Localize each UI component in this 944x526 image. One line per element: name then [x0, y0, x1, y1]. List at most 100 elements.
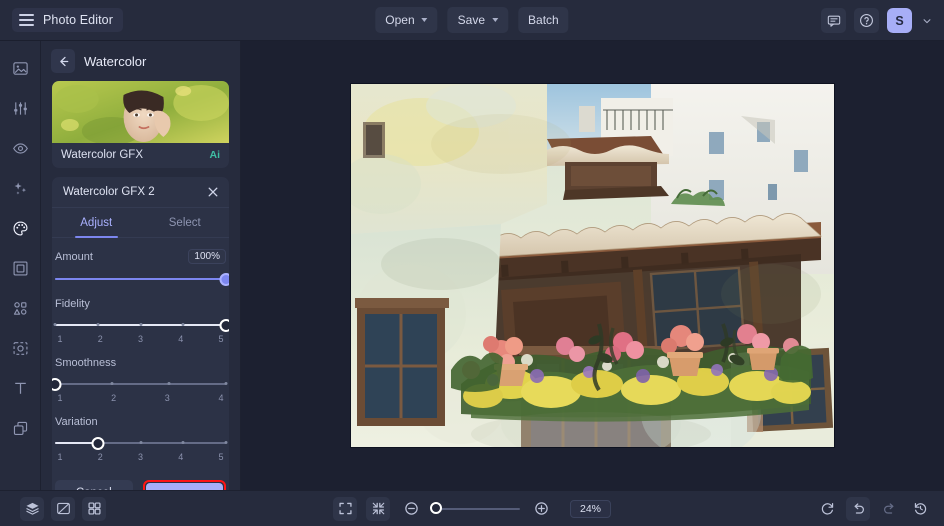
slider-variation-scale: 1 2 3 4 5 — [55, 452, 226, 462]
arrow-left-icon — [59, 56, 68, 66]
app-menu-button[interactable]: Photo Editor — [12, 8, 123, 32]
undo-button[interactable] — [846, 496, 870, 521]
slider-variation-handle[interactable] — [91, 436, 105, 450]
zoom-in-button[interactable] — [529, 497, 553, 521]
chevron-down-icon — [492, 18, 499, 22]
photo-editor-app: Photo Editor Open Save Batch S Watercolo… — [0, 0, 944, 526]
sidebar-item-text[interactable] — [6, 374, 34, 402]
sidebar-item-frames[interactable] — [6, 254, 34, 282]
zoom-controls-group: 24% — [332, 496, 612, 521]
tab-select[interactable]: Select — [141, 208, 230, 237]
panel-actions: Cancel Apply — [52, 475, 229, 490]
sidebar-item-overlays[interactable] — [6, 334, 34, 362]
zoom-level-value[interactable]: 24% — [569, 499, 612, 518]
redo-icon — [883, 503, 893, 514]
slider-fidelity-track[interactable] — [53, 318, 229, 332]
sidebar-item-layers[interactable] — [6, 414, 34, 442]
close-icon — [208, 187, 218, 197]
reset-button[interactable] — [815, 497, 839, 521]
tick-label: 5 — [218, 334, 224, 344]
undo-icon — [854, 503, 864, 514]
help-button[interactable] — [854, 8, 879, 33]
text-icon — [14, 382, 26, 394]
slider-amount: Amount 100% — [55, 249, 229, 286]
save-button[interactable]: Save — [447, 7, 509, 33]
slider-variation-header: Variation — [55, 416, 226, 428]
slider-fidelity: Fidelity 1 2 3 4 5 — [53, 298, 229, 344]
tick-label: 4 — [178, 452, 184, 462]
back-button[interactable] — [51, 49, 75, 73]
collapse-button[interactable] — [365, 496, 390, 521]
history-button[interactable] — [908, 497, 932, 521]
sidebar-item-shapes[interactable] — [6, 294, 34, 322]
canvas-area[interactable] — [241, 41, 944, 490]
top-toolbar: Photo Editor Open Save Batch S — [0, 0, 944, 41]
fit-screen-button[interactable] — [332, 496, 357, 521]
slider-fidelity-handle[interactable] — [219, 318, 229, 332]
overlay-icon — [13, 341, 27, 355]
preset-card[interactable]: Watercolor GFX Ai — [52, 81, 229, 168]
tick-label: 4 — [218, 393, 224, 403]
slider-smoothness-track[interactable] — [52, 377, 228, 391]
tick-label: 3 — [137, 334, 143, 344]
slider-smoothness-handle[interactable] — [52, 377, 62, 391]
tick-label: 3 — [164, 393, 170, 403]
slider-variation-label: Variation — [55, 416, 98, 428]
preset-meta: Watercolor GFX Ai — [52, 143, 229, 168]
open-button[interactable]: Open — [375, 7, 438, 33]
selected-effect-name: Watercolor GFX 2 — [63, 186, 155, 198]
feedback-button[interactable] — [821, 8, 846, 33]
tick-label: 2 — [97, 334, 103, 344]
zoom-out-button[interactable] — [399, 497, 423, 521]
sliders-icon — [13, 101, 27, 115]
zoom-slider[interactable] — [429, 502, 520, 514]
grid-button[interactable] — [82, 496, 106, 521]
slider-amount-track[interactable] — [55, 272, 229, 286]
account-menu-button[interactable] — [920, 14, 934, 28]
chevron-down-icon — [421, 18, 428, 22]
batch-button[interactable]: Batch — [518, 7, 569, 33]
effect-panel: Watercolor Watercolor GFX Ai Watercolor … — [41, 41, 241, 490]
slider-variation-track[interactable] — [55, 436, 228, 450]
effect-tabs: Adjust Select — [52, 208, 229, 238]
palette-icon — [13, 221, 27, 235]
slider-amount-handle[interactable] — [219, 272, 229, 286]
slider-track-fill — [55, 278, 226, 280]
apply-button[interactable]: Apply — [145, 483, 223, 490]
sidebar-item-photos[interactable] — [6, 54, 34, 82]
preset-name: Watercolor GFX — [61, 149, 144, 161]
sidebar-item-artistic[interactable] — [6, 214, 34, 242]
frame-icon — [13, 261, 27, 275]
layers-button[interactable] — [20, 496, 44, 521]
slider-track-bg — [55, 383, 226, 385]
sidebar-item-ai-effects[interactable] — [6, 174, 34, 202]
avatar[interactable]: S — [887, 8, 912, 33]
preset-thumbnail-art — [52, 81, 229, 143]
tick-label: 2 — [97, 452, 103, 462]
zoom-slider-handle[interactable] — [429, 502, 442, 514]
slider-fidelity-header: Fidelity — [55, 298, 226, 310]
cancel-button[interactable]: Cancel — [55, 480, 133, 490]
panel-header: Watercolor — [41, 41, 240, 81]
tab-adjust[interactable]: Adjust — [52, 208, 141, 238]
sidebar-item-retouch[interactable] — [6, 134, 34, 162]
slider-variation: Variation 1 2 3 4 5 — [55, 416, 228, 462]
slider-smoothness-header: Smoothness — [55, 357, 226, 369]
collapse-icon — [372, 502, 384, 515]
fit-screen-icon — [338, 502, 352, 515]
zoom-out-icon — [404, 502, 418, 515]
layers-stack-icon — [25, 502, 39, 515]
tick-label: 5 — [218, 452, 224, 462]
panel-content: Watercolor GFX Ai Watercolor GFX 2 Adjus… — [41, 81, 240, 490]
zoom-in-icon — [534, 502, 548, 515]
redo-button[interactable] — [877, 497, 901, 521]
artboard[interactable] — [351, 84, 834, 447]
hamburger-icon — [19, 14, 34, 26]
compare-button[interactable] — [51, 496, 75, 521]
preset-thumbnail — [52, 81, 229, 143]
tool-rail — [0, 41, 41, 490]
close-effect-button[interactable] — [207, 186, 219, 198]
slider-amount-value[interactable]: 100% — [188, 249, 226, 264]
account-actions-group: S — [821, 0, 934, 41]
sidebar-item-adjust[interactable] — [6, 94, 34, 122]
